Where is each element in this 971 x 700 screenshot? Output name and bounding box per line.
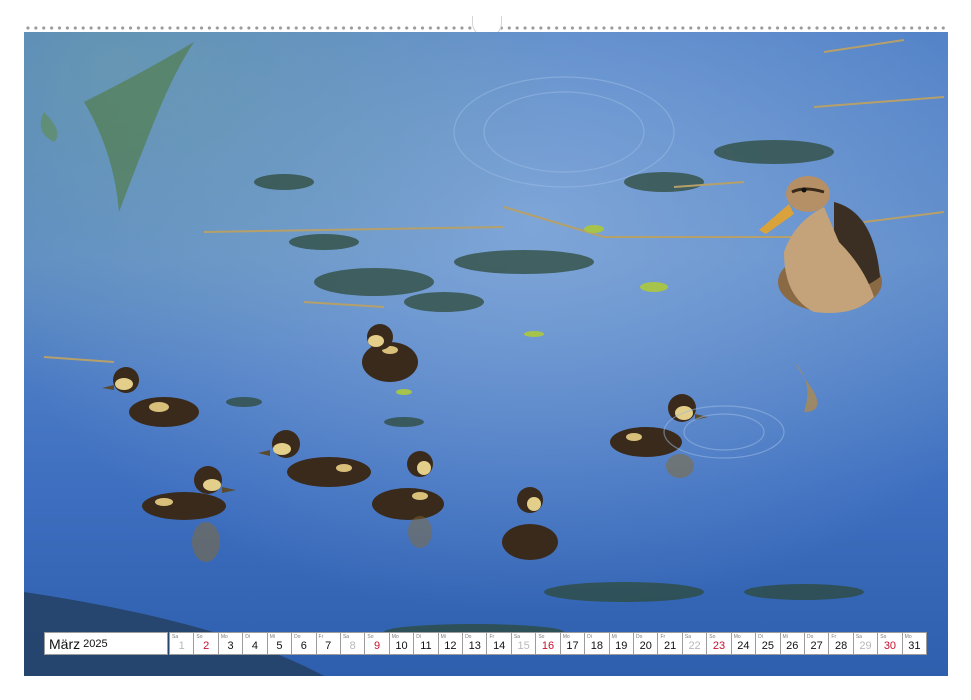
day-number: 19 bbox=[615, 640, 628, 652]
day-number: 18 bbox=[590, 640, 603, 652]
day-cell: Mi 5 bbox=[267, 632, 293, 655]
day-number: 28 bbox=[834, 640, 848, 652]
day-number: 8 bbox=[349, 640, 356, 652]
day-cell: So 23 bbox=[707, 632, 732, 655]
day-number: 4 bbox=[251, 640, 259, 652]
day-number: 24 bbox=[737, 640, 750, 652]
day-cell: Sa 15 bbox=[511, 632, 537, 655]
day-cell: Mo 10 bbox=[389, 632, 415, 655]
day-cell: Sa 22 bbox=[682, 632, 708, 655]
day-number: 5 bbox=[276, 640, 283, 652]
day-cell: Mi 12 bbox=[438, 632, 464, 655]
day-number: 1 bbox=[178, 640, 185, 652]
day-cell: Fr 7 bbox=[316, 632, 341, 655]
day-number: 16 bbox=[541, 640, 555, 652]
day-cell: So 30 bbox=[878, 632, 903, 655]
day-number: 21 bbox=[664, 640, 677, 652]
day-cell: Fr 21 bbox=[658, 632, 683, 655]
day-number: 10 bbox=[395, 640, 408, 652]
day-number: 6 bbox=[300, 640, 307, 652]
calendar-photo bbox=[24, 32, 948, 676]
day-cell: Fr 28 bbox=[829, 632, 854, 655]
month-name: März bbox=[49, 635, 81, 652]
day-cell: Mi 26 bbox=[780, 632, 805, 655]
day-number: 23 bbox=[712, 640, 726, 652]
day-number: 13 bbox=[468, 640, 481, 652]
day-number: 31 bbox=[908, 640, 921, 652]
day-cell: Mi 19 bbox=[609, 632, 635, 655]
day-number: 11 bbox=[420, 640, 432, 652]
day-cell: Di 11 bbox=[414, 632, 439, 655]
day-cell: So 16 bbox=[536, 632, 561, 655]
day-cell: Sa 29 bbox=[853, 632, 879, 655]
month-year: 2025 bbox=[83, 637, 108, 650]
day-cell: Di 4 bbox=[243, 632, 268, 655]
day-cell: Di 25 bbox=[756, 632, 781, 655]
day-cell: So 9 bbox=[365, 632, 390, 655]
day-number: 25 bbox=[761, 640, 774, 652]
day-number: 7 bbox=[325, 640, 332, 652]
day-cell: Di 18 bbox=[585, 632, 610, 655]
day-cell: Mo 24 bbox=[731, 632, 757, 655]
calendar-grid: März 2025 Sa 1 So 2 Mo 3 Di 4 Mi 5 Do 6 Fr 7 Sa 8 So 9 Mo 1… bbox=[44, 632, 928, 655]
day-number: 26 bbox=[786, 640, 799, 652]
day-cell: Mo 31 bbox=[902, 632, 928, 655]
day-cell: Do 6 bbox=[292, 632, 317, 655]
day-number: 3 bbox=[227, 640, 234, 652]
day-number: 27 bbox=[810, 640, 823, 652]
day-cell: Do 20 bbox=[634, 632, 659, 655]
month-label: März 2025 bbox=[44, 632, 168, 655]
day-cell: Mo 3 bbox=[218, 632, 244, 655]
water-reflection bbox=[24, 32, 948, 676]
day-number: 15 bbox=[517, 640, 530, 652]
day-number: 30 bbox=[883, 640, 897, 652]
day-cell: Sa 8 bbox=[340, 632, 366, 655]
day-cell: Do 27 bbox=[804, 632, 830, 655]
day-cell: Sa 1 bbox=[169, 632, 195, 655]
day-cell: Do 13 bbox=[463, 632, 488, 655]
day-cell: Fr 14 bbox=[487, 632, 512, 655]
day-number: 29 bbox=[859, 640, 872, 652]
day-number: 12 bbox=[444, 640, 457, 652]
day-number: 14 bbox=[493, 640, 506, 652]
day-cell: So 2 bbox=[194, 632, 219, 655]
day-number: 9 bbox=[374, 640, 381, 652]
duck-photo-illustration bbox=[24, 32, 948, 676]
day-number: 20 bbox=[639, 640, 652, 652]
day-number: 2 bbox=[203, 640, 210, 652]
day-cell: Mo 17 bbox=[560, 632, 586, 655]
day-number: 22 bbox=[688, 640, 701, 652]
day-number: 17 bbox=[566, 640, 579, 652]
day-cells: Sa 1 So 2 Mo 3 Di 4 Mi 5 Do 6 Fr 7 Sa 8 So 9 Mo 10 Di 11 Mi 12 D… bbox=[169, 632, 928, 655]
